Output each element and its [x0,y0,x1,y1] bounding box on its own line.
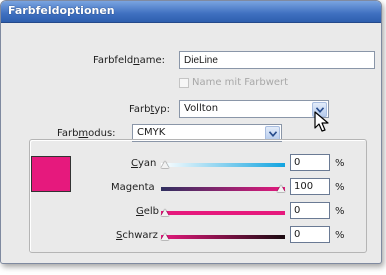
name-with-color-value-checkbox[interactable] [179,78,189,88]
magenta-slider-track [161,187,285,191]
swatch-name-label: Farbfeldname: [93,55,165,66]
yellow-value-input[interactable]: 0 [290,202,330,219]
cyan-slider[interactable] [161,160,285,170]
cyan-percent-label: % [335,158,345,169]
yellow-slider-thumb[interactable] [161,209,169,216]
magenta-value-input[interactable]: 100 [290,178,330,195]
color-swatch-preview [31,156,71,192]
mouse-pointer-icon [314,111,330,136]
color-type-select[interactable]: Vollton [179,100,329,118]
dialog-title: Farbfeldoptionen [8,4,115,17]
swatch-options-dialog: Farbfeldoptionen Farbfeldname: Name mit … [0,0,382,264]
magenta-slider-thumb[interactable] [277,185,285,192]
name-with-color-value-label: Name mit Farbwert [192,77,289,88]
black-label: Schwarz [116,230,158,241]
color-mode-label: Farbmodus: [57,128,116,139]
cyan-slider-thumb[interactable] [161,161,169,168]
swatch-name-input[interactable] [179,51,375,69]
black-slider-track [161,235,285,239]
black-slider[interactable] [161,232,285,242]
color-type-value: Vollton [184,103,219,114]
color-mode-value: CMYK [137,127,166,138]
cyan-label: Cyan [131,158,157,169]
black-value-input[interactable]: 0 [290,226,330,243]
yellow-slider-track [161,211,285,215]
cyan-value-input[interactable]: 0 [290,154,330,171]
yellow-label: Gelb [136,206,160,217]
cyan-slider-track [161,163,285,167]
black-percent-label: % [335,230,345,241]
color-type-label: Farbtyp: [129,104,170,115]
yellow-slider[interactable] [161,208,285,218]
magenta-label: Magenta [111,182,155,193]
black-slider-thumb[interactable] [161,233,169,240]
title-bar[interactable]: Farbfeldoptionen [1,1,381,23]
magenta-slider[interactable] [161,184,285,194]
yellow-percent-label: % [335,206,345,217]
magenta-percent-label: % [335,182,345,193]
